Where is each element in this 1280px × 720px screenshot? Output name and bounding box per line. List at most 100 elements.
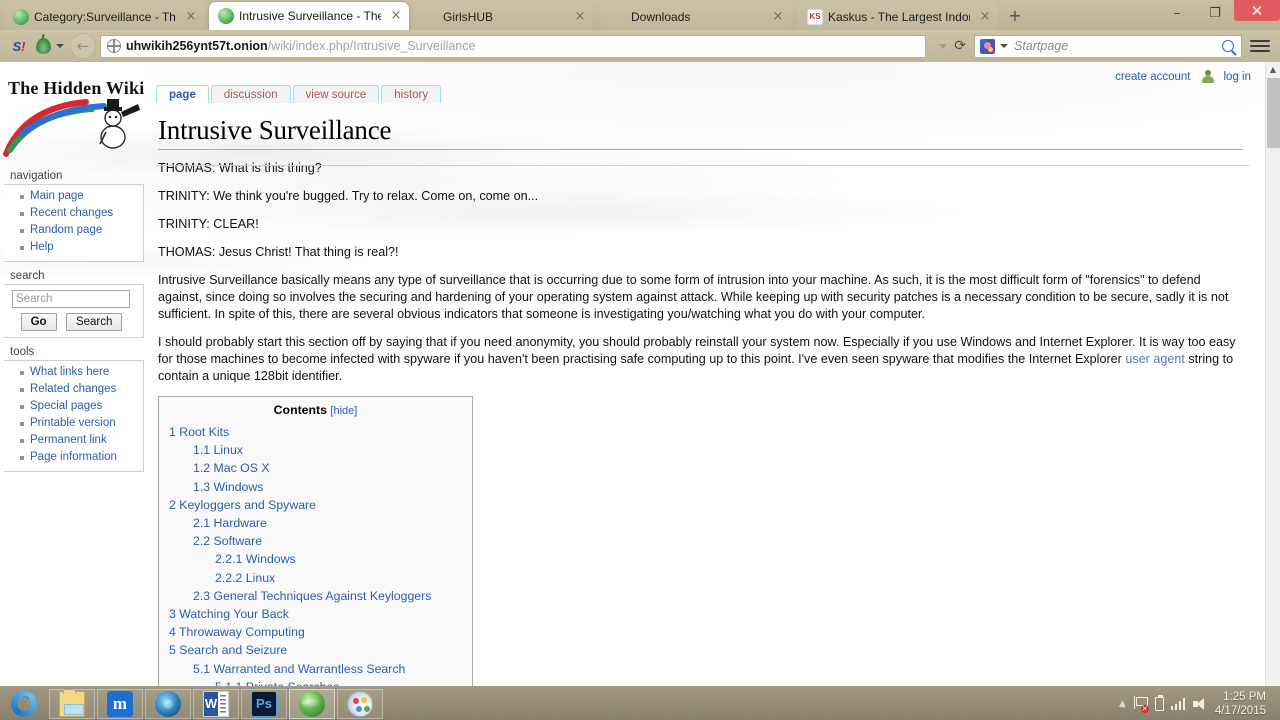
minimize-button[interactable]: – <box>1158 1 1196 25</box>
address-bar[interactable]: uhwikih256ynt57t.onion/wiki/index.php/In… <box>100 34 927 58</box>
toc-hide-toggle[interactable]: [hide] <box>330 405 357 417</box>
toc-number: 1.3 <box>193 479 211 494</box>
toc-hide-label[interactable]: hide <box>333 405 354 417</box>
toc-link-1-2[interactable]: 1.2 Mac OS X <box>193 461 270 475</box>
sidebar-item-related-changes[interactable]: Related changes <box>30 383 116 395</box>
list-item: Related changes <box>20 382 143 397</box>
bar-1 <box>1170 706 1174 710</box>
toc-link-2-2[interactable]: 2.2 Software <box>193 534 262 548</box>
blank-favicon-icon <box>610 9 626 25</box>
search-engine-chevron-icon[interactable] <box>1000 44 1008 48</box>
close-window-button[interactable]: ✕ <box>1234 0 1280 21</box>
tab-page[interactable]: page <box>156 85 209 103</box>
sidebar-item-special-pages[interactable]: Special pages <box>30 400 102 412</box>
tab-close-icon[interactable]: × <box>573 10 587 24</box>
sidebar-item-recent-changes[interactable]: Recent changes <box>30 207 113 219</box>
toc-link-1-3[interactable]: 1.3 Windows <box>193 480 263 494</box>
toc-link-1[interactable]: 1 Root Kits <box>169 425 229 439</box>
browser-tab-2[interactable]: GirlsHUB × <box>413 3 593 30</box>
toc-link-2-2-1[interactable]: 2.2.1 Windows <box>215 552 296 566</box>
toc-text: Linux <box>213 443 243 458</box>
menu-icon[interactable] <box>1250 40 1270 52</box>
search-input[interactable] <box>12 290 130 308</box>
tab-close-icon[interactable]: × <box>184 10 198 24</box>
toc-link-2-1[interactable]: 2.1 Hardware <box>193 516 267 530</box>
sidebar-item-page-information[interactable]: Page information <box>30 451 117 463</box>
search-bar[interactable]: Startpage <box>974 34 1242 58</box>
network-flag-icon[interactable]: ✕ <box>1133 696 1149 713</box>
new-tab-button[interactable]: + <box>1004 6 1026 27</box>
battery-icon[interactable] <box>1154 694 1164 711</box>
user-agent-link[interactable]: user agent <box>1125 352 1185 366</box>
go-button[interactable]: Go <box>20 313 57 331</box>
volume-muted-icon[interactable] <box>1192 697 1208 711</box>
vertical-scrollbar[interactable]: ▲ <box>1265 62 1280 686</box>
toc-link-2[interactable]: 2 Keyloggers and Spyware <box>169 498 316 512</box>
taskbar-item-photoshop[interactable]: Ps <box>241 688 287 719</box>
browser-tab-1[interactable]: Intrusive Surveillance - The... × <box>209 2 409 30</box>
list-item: 2 Keyloggers and Spyware <box>169 496 462 514</box>
bar-2 <box>1174 704 1178 710</box>
toc-link-2-3[interactable]: 2.3 General Techniques Against Keylogger… <box>193 589 431 603</box>
taskbar-item-internet-explorer[interactable] <box>1 685 47 719</box>
sidebar-item-printable-version[interactable]: Printable version <box>30 417 116 429</box>
toc-link-1-1[interactable]: 1.1 Linux <box>193 443 243 457</box>
stumbleupon-icon[interactable]: S! <box>6 34 32 58</box>
maximize-button[interactable]: ❐ <box>1196 1 1234 25</box>
toc-link-5-1[interactable]: 5.1 Warranted and Warrantless Search <box>193 662 405 676</box>
scroll-up-arrow-icon[interactable]: ▲ <box>1266 62 1280 77</box>
paragraph-trinity-2: TRINITY: CLEAR! <box>158 217 259 231</box>
browser-tab-3[interactable]: Downloads × <box>601 3 791 30</box>
toc-link-3[interactable]: 3 Watching Your Back <box>169 607 289 621</box>
reload-icon[interactable]: ⟳ <box>954 38 966 54</box>
back-button[interactable]: ← <box>70 33 96 59</box>
wiki-sidebar: The Hidden Wiki navigation Main page Rec… <box>0 62 150 480</box>
tab-title: Category:Surveillance - Th... <box>34 9 176 24</box>
browser-tab-4[interactable]: KS Kaskus - The Largest Indon... × <box>798 3 998 30</box>
taskbar-item-maxthon[interactable]: m <box>97 688 143 719</box>
list-item: Random page <box>20 223 143 238</box>
toc-number: 5 <box>169 643 176 658</box>
tab-discussion[interactable]: discussion <box>210 85 291 103</box>
photoshop-icon: Ps <box>251 690 277 717</box>
toc-link-4[interactable]: 4 Throwaway Computing <box>169 625 305 639</box>
list-item: 2.2.1 Windows <box>169 550 462 568</box>
sidebar-item-help[interactable]: Help <box>30 241 54 253</box>
address-dropdown-icon[interactable] <box>939 43 948 49</box>
tab-close-icon[interactable]: × <box>771 10 785 24</box>
search-icon[interactable] <box>1222 40 1234 52</box>
toc-link-2-2-2[interactable]: 2.2.2 Linux <box>215 571 275 585</box>
tab-close-icon[interactable]: × <box>978 10 992 24</box>
sidebar-item-random-page[interactable]: Random page <box>30 224 102 236</box>
list-item: Help <box>20 240 143 255</box>
tab-close-icon[interactable]: × <box>389 9 403 23</box>
tab-title: Kaskus - The Largest Indon... <box>828 9 970 24</box>
scrollbar-thumb[interactable] <box>1267 78 1280 148</box>
tor-onion-button[interactable] <box>36 38 64 54</box>
windows-taskbar: m Ps ▲ ✕ 1:25 PM 4/17/2015 <box>0 685 1280 720</box>
list-item: 2.1 Hardware <box>169 514 462 532</box>
tab-view-source[interactable]: view source <box>292 85 380 103</box>
taskbar-item-file-explorer[interactable] <box>49 688 95 719</box>
signal-bars-icon[interactable] <box>1170 697 1186 710</box>
show-hidden-icons-icon[interactable]: ▲ <box>1119 699 1126 709</box>
paragraph-intro: Intrusive Surveillance basically means a… <box>158 273 1229 321</box>
search-button[interactable]: Search <box>65 313 123 331</box>
list-item: Page information <box>20 450 143 465</box>
taskbar-item-media-app[interactable] <box>145 688 191 719</box>
clock[interactable]: 1:25 PM 4/17/2015 <box>1215 690 1272 718</box>
taskbar-item-paint[interactable] <box>337 688 383 719</box>
sidebar-item-main-page[interactable]: Main page <box>30 190 84 202</box>
toc-link-5[interactable]: 5 Search and Seizure <box>169 643 287 657</box>
tab-history[interactable]: history <box>381 85 442 103</box>
toc-number: 4 <box>169 625 176 640</box>
taskbar-item-tor-browser[interactable] <box>289 688 335 719</box>
browser-tab-0[interactable]: Category:Surveillance - Th... × <box>4 3 204 30</box>
site-logo[interactable]: The Hidden Wiki <box>0 62 150 170</box>
taskbar-item-word[interactable] <box>193 688 239 719</box>
namespace-tabs: page discussion view source history <box>156 84 1265 103</box>
list-item: 1.1 Linux <box>169 441 462 459</box>
sidebar-item-what-links-here[interactable]: What links here <box>30 366 109 378</box>
sidebar-item-permanent-link[interactable]: Permanent link <box>30 434 107 446</box>
toc-number: 1.2 <box>193 461 211 476</box>
